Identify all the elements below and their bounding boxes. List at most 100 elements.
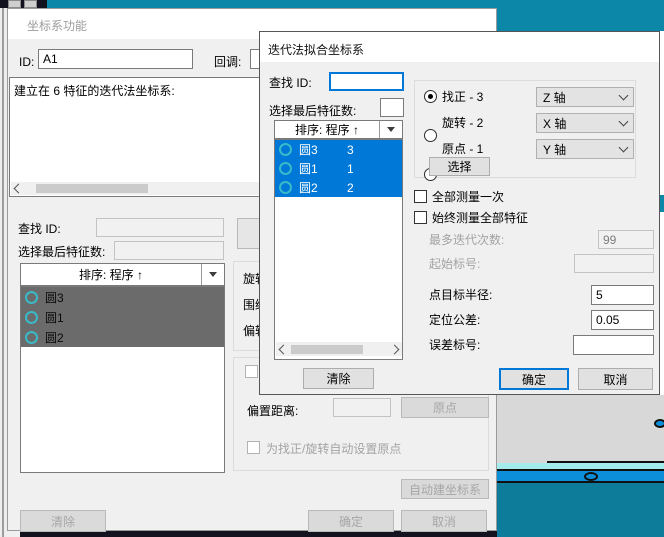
select-button[interactable]: 选择 xyxy=(429,157,490,176)
feature-name: 圆3 xyxy=(299,141,318,158)
max-iterations-label: 最多迭代次数: xyxy=(429,233,504,247)
window-button-icon[interactable] xyxy=(24,0,37,8)
scroll-right-icon[interactable] xyxy=(390,344,400,354)
feature-list-item[interactable]: 圆3 xyxy=(21,287,224,307)
point-target-radius-label: 点目标半径: xyxy=(429,288,492,302)
sort-dropdown-button[interactable] xyxy=(201,264,224,285)
last-feature-input[interactable] xyxy=(380,98,404,117)
offset-distance-label: 偏置距离: xyxy=(247,404,298,418)
scroll-left-icon[interactable] xyxy=(14,184,24,194)
start-label-label: 起始标号: xyxy=(429,257,480,271)
cad-dark-teal-face xyxy=(497,483,664,537)
auto-origin-label: 为找正/旋转自动设置原点 xyxy=(266,442,401,456)
chevron-down-icon xyxy=(619,117,629,127)
origin-button[interactable]: 原点 xyxy=(401,397,489,418)
sort-header-label: 排序: 程序 ↑ xyxy=(275,121,379,138)
point-target-radius-field[interactable] xyxy=(592,286,653,304)
description-text: 建立在 6 特征的迭代法坐标系: xyxy=(14,84,175,98)
scroll-left-icon[interactable] xyxy=(279,344,289,354)
chevron-down-icon xyxy=(619,143,629,153)
triangle-down-icon xyxy=(209,272,217,277)
circle-feature-icon xyxy=(279,143,292,156)
id-input-field[interactable] xyxy=(39,50,192,68)
start-label-field[interactable] xyxy=(575,255,653,272)
fixture-tolerance-field[interactable] xyxy=(592,311,653,329)
triangle-down-icon xyxy=(387,127,395,132)
radio-rotate[interactable] xyxy=(424,129,437,142)
last-feature-input[interactable] xyxy=(114,241,224,260)
feature-name: 圆2 xyxy=(299,179,318,196)
feature-list-item[interactable]: 圆3 3 xyxy=(275,140,402,159)
feature-order: 1 xyxy=(347,162,354,176)
last-feature-input-field[interactable] xyxy=(115,242,223,259)
circle-feature-icon xyxy=(279,162,292,175)
find-id-input[interactable] xyxy=(96,218,224,237)
max-iterations-input[interactable] xyxy=(598,230,654,249)
bottom-gray-gap xyxy=(7,531,20,537)
right-sliver-white xyxy=(660,31,664,195)
measure-all-checkbox[interactable] xyxy=(414,211,427,224)
circle-feature-icon xyxy=(25,331,38,344)
max-iterations-field[interactable] xyxy=(599,231,653,248)
point-target-radius-input[interactable] xyxy=(591,285,654,305)
cancel-button[interactable]: 取消 xyxy=(401,510,487,532)
feature-list[interactable]: 圆3 圆1 圆2 xyxy=(20,286,225,473)
circle-feature-icon xyxy=(25,311,38,324)
sort-header[interactable]: 排序: 程序 ↑ xyxy=(20,263,225,286)
axis-dropdown-z[interactable]: Z 轴 xyxy=(536,87,634,107)
feature-list-item[interactable]: 圆1 1 xyxy=(275,159,402,178)
clear-button[interactable]: 清除 xyxy=(20,510,106,532)
ok-button[interactable]: 确定 xyxy=(308,510,394,532)
find-id-input-field[interactable] xyxy=(331,74,402,89)
screen: 坐标系功能 ID: 回调: 建立在 6 特征的迭代法坐标系: 查找 ID: 选择… xyxy=(0,0,664,537)
error-label-input[interactable] xyxy=(573,335,654,355)
axis-dropdown-y[interactable]: Y 轴 xyxy=(536,139,634,159)
offset-distance-input[interactable] xyxy=(333,398,391,417)
iterative-dialog-title: 迭代法拟合坐标系 xyxy=(268,41,364,58)
start-label-input[interactable] xyxy=(574,254,654,273)
clear-button[interactable]: 清除 xyxy=(303,368,374,389)
iterative-alignment-dialog: 迭代法拟合坐标系 查找 ID: 选择最后特征数: 排序: 程序 ↑ 圆3 3 圆… xyxy=(259,31,660,395)
find-id-input[interactable] xyxy=(329,72,404,91)
axis-dropdown-y-value: Y 轴 xyxy=(543,141,620,158)
feature-order: 2 xyxy=(347,181,354,195)
id-input[interactable] xyxy=(38,49,193,69)
feature-list-item[interactable]: 圆2 xyxy=(21,327,224,347)
feature-list-item[interactable]: 圆2 2 xyxy=(275,178,402,197)
cancel-button[interactable]: 取消 xyxy=(578,368,653,390)
ok-button[interactable]: 确定 xyxy=(499,368,569,390)
error-label-field[interactable] xyxy=(574,336,653,354)
sort-header-label: 排序: 程序 ↑ xyxy=(21,266,201,283)
axis-dropdown-z-value: Z 轴 xyxy=(543,89,620,106)
recall-label: 回调: xyxy=(214,55,241,69)
feature-list[interactable]: 圆3 3 圆1 1 圆2 2 xyxy=(274,139,403,360)
auto-origin-checkbox[interactable] xyxy=(247,441,260,454)
auto-align-button[interactable]: 自动建坐标系 xyxy=(401,479,489,499)
fixture-tolerance-input[interactable] xyxy=(591,310,654,330)
alignment-dialog-title: 坐标系功能 xyxy=(27,17,87,34)
cad-feature-dot xyxy=(654,419,664,428)
window-button-icon[interactable] xyxy=(8,0,21,8)
scrollbar-thumb[interactable] xyxy=(36,184,148,193)
sort-header[interactable]: 排序: 程序 ↑ xyxy=(274,120,403,139)
scrollbar-thumb[interactable] xyxy=(291,345,363,354)
last-feature-label: 选择最后特征数: xyxy=(18,245,105,259)
find-id-input-field[interactable] xyxy=(97,219,223,236)
find-id-label: 查找 ID: xyxy=(18,222,61,236)
hidden-checkbox-fragment[interactable] xyxy=(245,365,258,378)
axis-dropdown-x[interactable]: X 轴 xyxy=(536,113,634,133)
radio-align[interactable] xyxy=(424,90,437,103)
list-hscrollbar[interactable] xyxy=(276,342,402,356)
circle-feature-icon xyxy=(25,291,38,304)
feature-name: 圆1 xyxy=(299,160,318,177)
measure-once-checkbox[interactable] xyxy=(414,190,427,203)
id-label: ID: xyxy=(19,55,34,69)
last-feature-input-field[interactable] xyxy=(381,99,403,116)
sort-dropdown-button[interactable] xyxy=(379,121,402,138)
offset-distance-field[interactable] xyxy=(334,399,390,416)
circle-feature-icon xyxy=(279,181,292,194)
radio-rotate-label: 旋转 - 2 xyxy=(442,116,483,130)
radio-align-label: 找正 - 3 xyxy=(442,90,483,104)
feature-list-item[interactable]: 圆1 xyxy=(21,307,224,327)
feature-order: 3 xyxy=(347,143,354,157)
